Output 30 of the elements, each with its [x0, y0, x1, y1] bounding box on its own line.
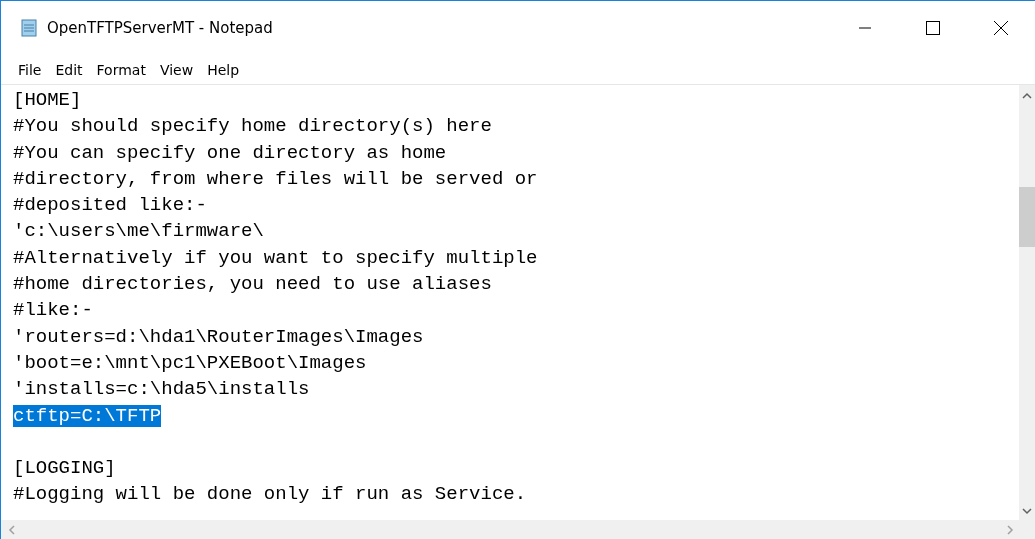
menu-item[interactable]: Edit	[48, 58, 90, 81]
text-line: [HOME]	[13, 89, 82, 111]
text-line: [LOGGING]	[13, 457, 116, 480]
scroll-down-icon[interactable]	[1022, 506, 1032, 516]
text-line: 'routers=d:\hda1\RouterImages\Images	[13, 325, 424, 348]
text-line: #You can specify one directory as home	[13, 141, 447, 164]
close-icon	[994, 21, 1008, 35]
text-line: #You should specify home directory(s) here	[13, 115, 492, 138]
scrollbar-thumb[interactable]	[1019, 187, 1035, 247]
maximize-icon	[926, 21, 940, 35]
text-line: #Logging will be done only if run as Service.	[13, 483, 527, 506]
text-line: #home directories, you need to use aliases	[13, 273, 492, 296]
text-line: 'c:\users\me\firmware\	[13, 220, 264, 243]
horizontal-scrollbar[interactable]	[1, 520, 1035, 539]
text-line: #Alternatively if you want to specify multiple	[13, 246, 538, 269]
window-title: OpenTFTPServerMT - Notepad	[47, 19, 274, 37]
vertical-scrollbar[interactable]	[1019, 85, 1035, 520]
scroll-right-icon[interactable]	[1005, 524, 1015, 535]
text-line: 'installs=c:\hda5\installs	[13, 378, 310, 401]
menu-item[interactable]: File	[11, 58, 49, 81]
text-line: #like:-	[13, 299, 93, 322]
text-line: 'boot=e:\mnt\pc1\PXEBoot\Images	[13, 351, 367, 374]
text-line: #deposited like:-	[13, 194, 207, 217]
menu-item[interactable]: View	[152, 58, 201, 81]
scroll-up-icon[interactable]	[1022, 91, 1032, 101]
menu-item[interactable]: Help	[200, 58, 247, 81]
text-line: #directory, from where files will be served or	[13, 167, 538, 190]
notepad-icon	[19, 18, 39, 38]
scroll-left-icon[interactable]	[7, 524, 17, 535]
menu-item[interactable]: Format	[89, 58, 153, 81]
